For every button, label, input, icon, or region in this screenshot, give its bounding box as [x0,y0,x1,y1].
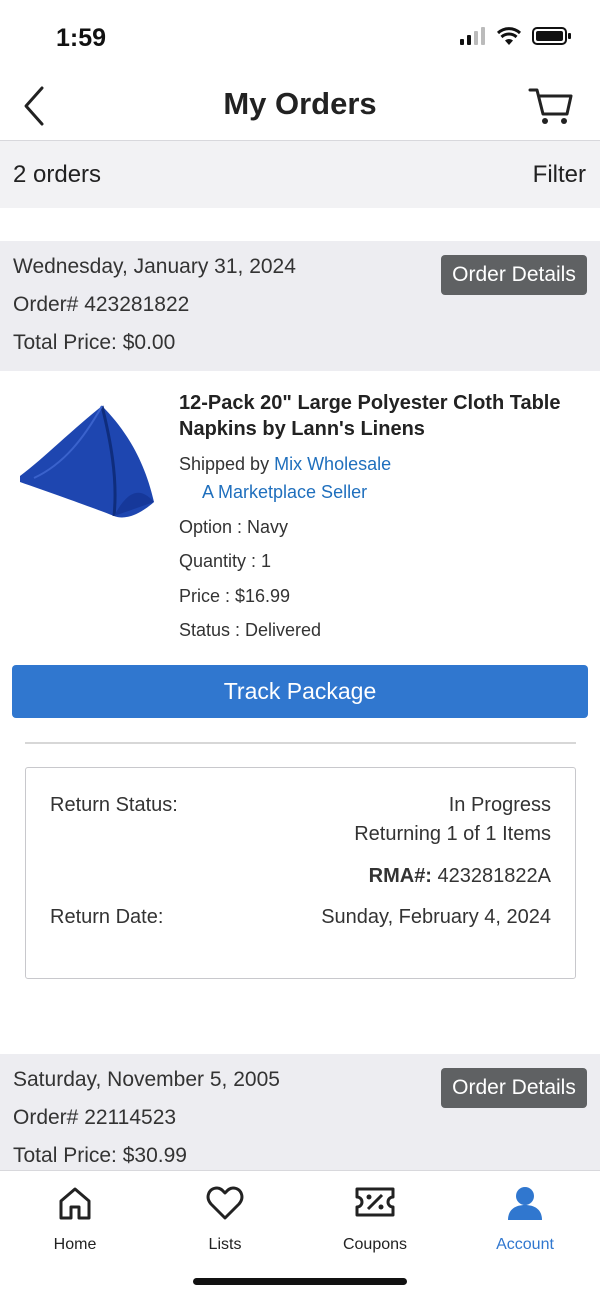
rma-line: RMA#: 423281822A [369,865,551,888]
order-header: Saturday, November 5, 2005 Order# 221145… [0,1054,600,1184]
seller-type-link[interactable]: A Marketplace Seller [202,482,367,503]
rma-value: 423281822A [437,865,551,887]
napkin-image [20,405,154,518]
return-date-value: Sunday, February 4, 2024 [321,906,551,928]
item-option: Option : Navy [179,517,289,537]
order-date: Wednesday, January 31, 2024 [13,255,296,278]
track-package-button[interactable]: Track Package [12,665,588,718]
home-icon [59,1187,91,1220]
status-time: 1:59 [56,24,107,52]
order-number: Order# 22114523 [13,1106,177,1129]
battery-icon [532,27,571,45]
seller-link[interactable]: Mix Wholesale [274,454,391,474]
heart-icon [206,1186,244,1220]
order-number: Order# 423281822 [13,293,190,316]
return-status-detail: Returning 1 of 1 Items [354,823,551,845]
order-header: Wednesday, January 31, 2024 Order# 42328… [0,241,600,371]
cart-button[interactable] [528,84,574,128]
signal-icon [460,27,485,45]
product-title[interactable]: 12-Pack 20" Large Polyester Cloth Table … [179,390,579,442]
nav-bar: My Orders [0,72,600,140]
status-bar: 1:59 [0,0,600,72]
rma-label: RMA#: [368,865,432,887]
order-total: Total Price: $30.99 [13,1144,187,1167]
tab-account[interactable]: Account [450,1181,600,1261]
status-icons [460,26,572,46]
divider [25,742,576,744]
order-date: Saturday, November 5, 2005 [13,1068,280,1091]
home-indicator[interactable] [193,1278,407,1285]
tab-coupons-label: Coupons [342,1236,408,1253]
page-title: My Orders [223,86,377,121]
tab-home-label: Home [53,1236,97,1253]
item-price: Price : $16.99 [179,586,291,606]
filter-button[interactable]: Filter [533,161,586,189]
return-status-label: Return Status: [50,794,178,816]
tab-lists-label: Lists [208,1236,242,1253]
account-icon [508,1187,542,1220]
wifi-icon [496,27,522,45]
return-date-label: Return Date: [50,906,164,928]
item-quantity: Quantity : 1 [179,551,272,571]
return-status-value: In Progress [448,794,551,816]
tab-lists[interactable]: Lists [150,1181,300,1261]
order-total: Total Price: $0.00 [13,331,176,354]
tab-coupons[interactable]: Coupons [300,1181,450,1261]
return-info-box: Return Status: In Progress Returning 1 o… [25,767,576,979]
item-status: Status : Delivered [179,620,322,640]
orders-summary-bar: 2 orders Filter [0,140,600,208]
coupon-icon [355,1187,395,1217]
order-details-button[interactable]: Order Details [441,255,587,295]
tab-account-label: Account [496,1236,554,1253]
order-details-button[interactable]: Order Details [441,1068,587,1108]
tab-home[interactable]: Home [0,1181,150,1261]
cart-icon [528,88,573,124]
product-image[interactable] [14,398,160,526]
order-count: 2 orders [13,161,102,188]
shipped-by: Shipped by Mix Wholesale [179,454,391,475]
shipped-by-label: Shipped by [179,454,275,474]
